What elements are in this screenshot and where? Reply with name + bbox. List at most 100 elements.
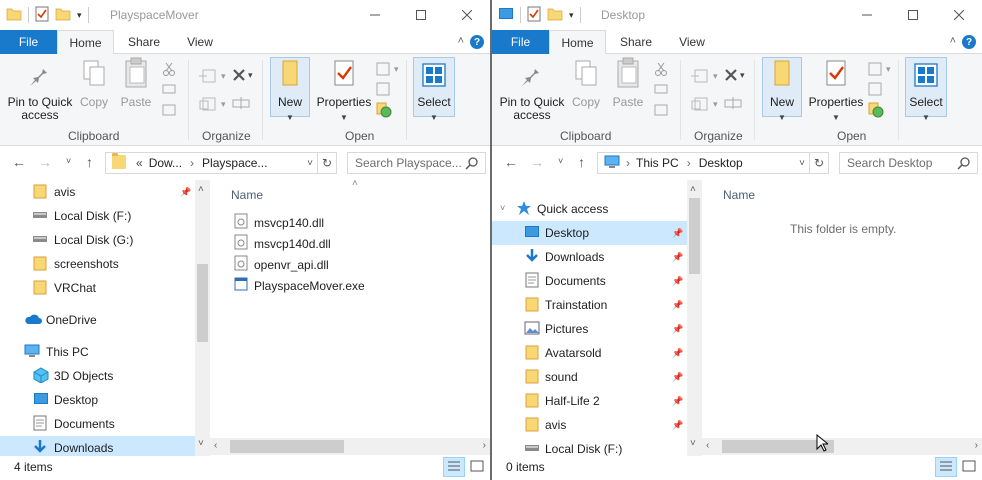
move-to-icon[interactable]: ▾ xyxy=(689,68,718,84)
nav-item-onedrive[interactable]: OneDrive xyxy=(0,308,195,332)
column-header-name[interactable]: Name xyxy=(231,188,263,202)
address-dropdown-icon[interactable]: ˅ xyxy=(799,158,805,169)
cut-icon[interactable] xyxy=(162,62,176,76)
nav-item-screenshots[interactable]: screenshots xyxy=(0,252,195,276)
tab-share[interactable]: Share xyxy=(608,30,664,54)
nav-scroll-thumb[interactable] xyxy=(197,264,208,342)
breadcrumb-desktop[interactable]: Desktop xyxy=(699,156,743,170)
search-input[interactable]: Search Playspace... xyxy=(347,152,486,174)
breadcrumb-playspace[interactable]: Playspace... xyxy=(202,156,267,170)
move-to-icon[interactable]: ▾ xyxy=(197,68,226,84)
scroll-right-icon[interactable]: › xyxy=(975,440,978,451)
new-button[interactable]: New ▼ xyxy=(762,58,802,124)
nav-item-trainstation[interactable]: Trainstation 📌 xyxy=(492,293,687,317)
nav-item-desktop[interactable]: Desktop 📌 xyxy=(492,221,687,245)
nav-item-avis[interactable]: avis 📌 xyxy=(492,413,687,437)
recent-locations-icon[interactable]: ˅ xyxy=(66,156,71,166)
open-icon[interactable]: ▾ xyxy=(376,62,399,76)
history-icon[interactable] xyxy=(376,102,392,118)
help-icon[interactable]: ? xyxy=(470,35,484,49)
nav-item-local-disk-f[interactable]: Local Disk (F:) xyxy=(0,204,195,228)
customize-dropdown-icon[interactable]: ▾ xyxy=(77,10,82,21)
delete-icon[interactable]: ▾ xyxy=(724,68,745,82)
close-button[interactable] xyxy=(444,0,490,30)
scroll-down-icon[interactable]: ˅ xyxy=(198,438,204,449)
breadcrumb-this-pc[interactable]: This PC xyxy=(636,156,679,170)
nav-item-avatarsold[interactable]: Avatarsold 📌 xyxy=(492,341,687,365)
history-icon[interactable] xyxy=(868,102,884,118)
up-arrow-icon[interactable]: ↑ xyxy=(86,154,93,170)
file-row[interactable]: msvcp140d.dll xyxy=(234,233,331,254)
properties-button[interactable]: Properties ▼ xyxy=(316,58,372,124)
select-button[interactable]: Select ▼ xyxy=(905,58,947,124)
forward-arrow-icon[interactable]: → xyxy=(530,154,544,170)
nav-item-sound[interactable]: sound 📌 xyxy=(492,365,687,389)
nav-item-quick-access[interactable]: Quick access xyxy=(492,197,687,221)
horizontal-scrollbar[interactable]: ‹ › xyxy=(210,438,490,455)
copy-button[interactable]: Copy xyxy=(76,58,112,109)
tab-view[interactable]: View xyxy=(174,30,226,54)
copy-button[interactable]: Copy xyxy=(568,58,604,109)
large-icons-view-button[interactable] xyxy=(466,457,488,477)
edit-icon[interactable] xyxy=(376,82,392,96)
copy-path-icon[interactable] xyxy=(162,84,176,94)
refresh-button[interactable]: ↻ xyxy=(809,152,829,174)
up-arrow-icon[interactable]: ↑ xyxy=(578,154,585,170)
tab-view[interactable]: View xyxy=(666,30,718,54)
large-icons-view-button[interactable] xyxy=(958,457,980,477)
forward-arrow-icon[interactable]: → xyxy=(38,154,52,170)
paste-button[interactable]: Paste xyxy=(609,57,647,109)
nav-item-downloads[interactable]: Downloads 📌 xyxy=(492,245,687,269)
details-view-button[interactable] xyxy=(443,457,465,477)
delete-icon[interactable]: ▾ xyxy=(232,68,253,82)
nav-scroll-thumb[interactable] xyxy=(689,198,700,274)
new-folder-icon[interactable] xyxy=(547,6,563,25)
pin-to-quick-access-button[interactable]: Pin to Quick access xyxy=(496,58,568,122)
horizontal-scroll-thumb[interactable] xyxy=(230,440,344,453)
recent-locations-icon[interactable]: ˅ xyxy=(558,156,563,166)
search-input[interactable]: Search Desktop xyxy=(839,152,978,174)
maximize-button[interactable] xyxy=(398,0,444,30)
new-button[interactable]: New ▼ xyxy=(270,58,310,124)
close-button[interactable] xyxy=(936,0,982,30)
nav-item-documents[interactable]: Documents xyxy=(0,412,195,436)
nav-item-documents[interactable]: Documents 📌 xyxy=(492,269,687,293)
nav-item-this-pc[interactable]: This PC xyxy=(0,340,195,364)
copy-to-icon[interactable]: ▾ xyxy=(197,96,226,112)
cut-icon[interactable] xyxy=(654,62,668,76)
nav-item-local-disk-f[interactable]: Local Disk (F:) xyxy=(492,437,687,456)
file-row[interactable]: msvcp140.dll xyxy=(234,212,324,233)
file-row[interactable]: openvr_api.dll xyxy=(234,254,329,275)
horizontal-scrollbar[interactable]: ‹ › xyxy=(702,438,982,455)
nav-item-half-life-2[interactable]: Half-Life 2 📌 xyxy=(492,389,687,413)
collapse-ribbon-icon[interactable]: ˄ xyxy=(458,35,464,47)
copy-to-icon[interactable]: ▾ xyxy=(689,96,718,112)
open-icon[interactable]: ▾ xyxy=(868,62,891,76)
paste-button[interactable]: Paste xyxy=(117,57,155,109)
help-icon[interactable]: ? xyxy=(962,35,976,49)
nav-item-avis[interactable]: avis 📌 xyxy=(0,180,195,204)
scroll-up-icon[interactable]: ˄ xyxy=(690,184,696,195)
minimize-button[interactable] xyxy=(844,0,890,30)
tab-share[interactable]: Share xyxy=(116,30,172,54)
address-bar[interactable]: « Dow... › Playspace... ˅ xyxy=(105,152,318,174)
edit-icon[interactable] xyxy=(868,82,884,96)
breadcrumb-downloads[interactable]: Dow... xyxy=(149,156,182,170)
nav-item-downloads[interactable]: Downloads xyxy=(0,436,195,456)
pin-to-quick-access-button[interactable]: Pin to Quick access xyxy=(4,58,76,122)
tab-home[interactable]: Home xyxy=(549,30,606,55)
paste-shortcut-icon[interactable] xyxy=(654,104,668,116)
collapse-ribbon-icon[interactable]: ˄ xyxy=(950,35,956,47)
nav-item-local-disk-g[interactable]: Local Disk (G:) xyxy=(0,228,195,252)
nav-item-3d-objects[interactable]: 3D Objects xyxy=(0,364,195,388)
scroll-right-icon[interactable]: › xyxy=(483,440,486,451)
nav-item-pictures[interactable]: Pictures 📌 xyxy=(492,317,687,341)
properties-button[interactable]: Properties ▼ xyxy=(808,58,864,124)
customize-dropdown-icon[interactable]: ▾ xyxy=(569,10,574,21)
nav-item-vrchat[interactable]: VRChat xyxy=(0,276,195,300)
scroll-down-icon[interactable]: ˅ xyxy=(690,438,696,449)
file-row[interactable]: PlayspaceMover.exe xyxy=(234,275,365,296)
scroll-left-icon[interactable]: ‹ xyxy=(214,440,217,451)
select-button[interactable]: Select ▼ xyxy=(413,58,455,124)
minimize-button[interactable] xyxy=(352,0,398,30)
